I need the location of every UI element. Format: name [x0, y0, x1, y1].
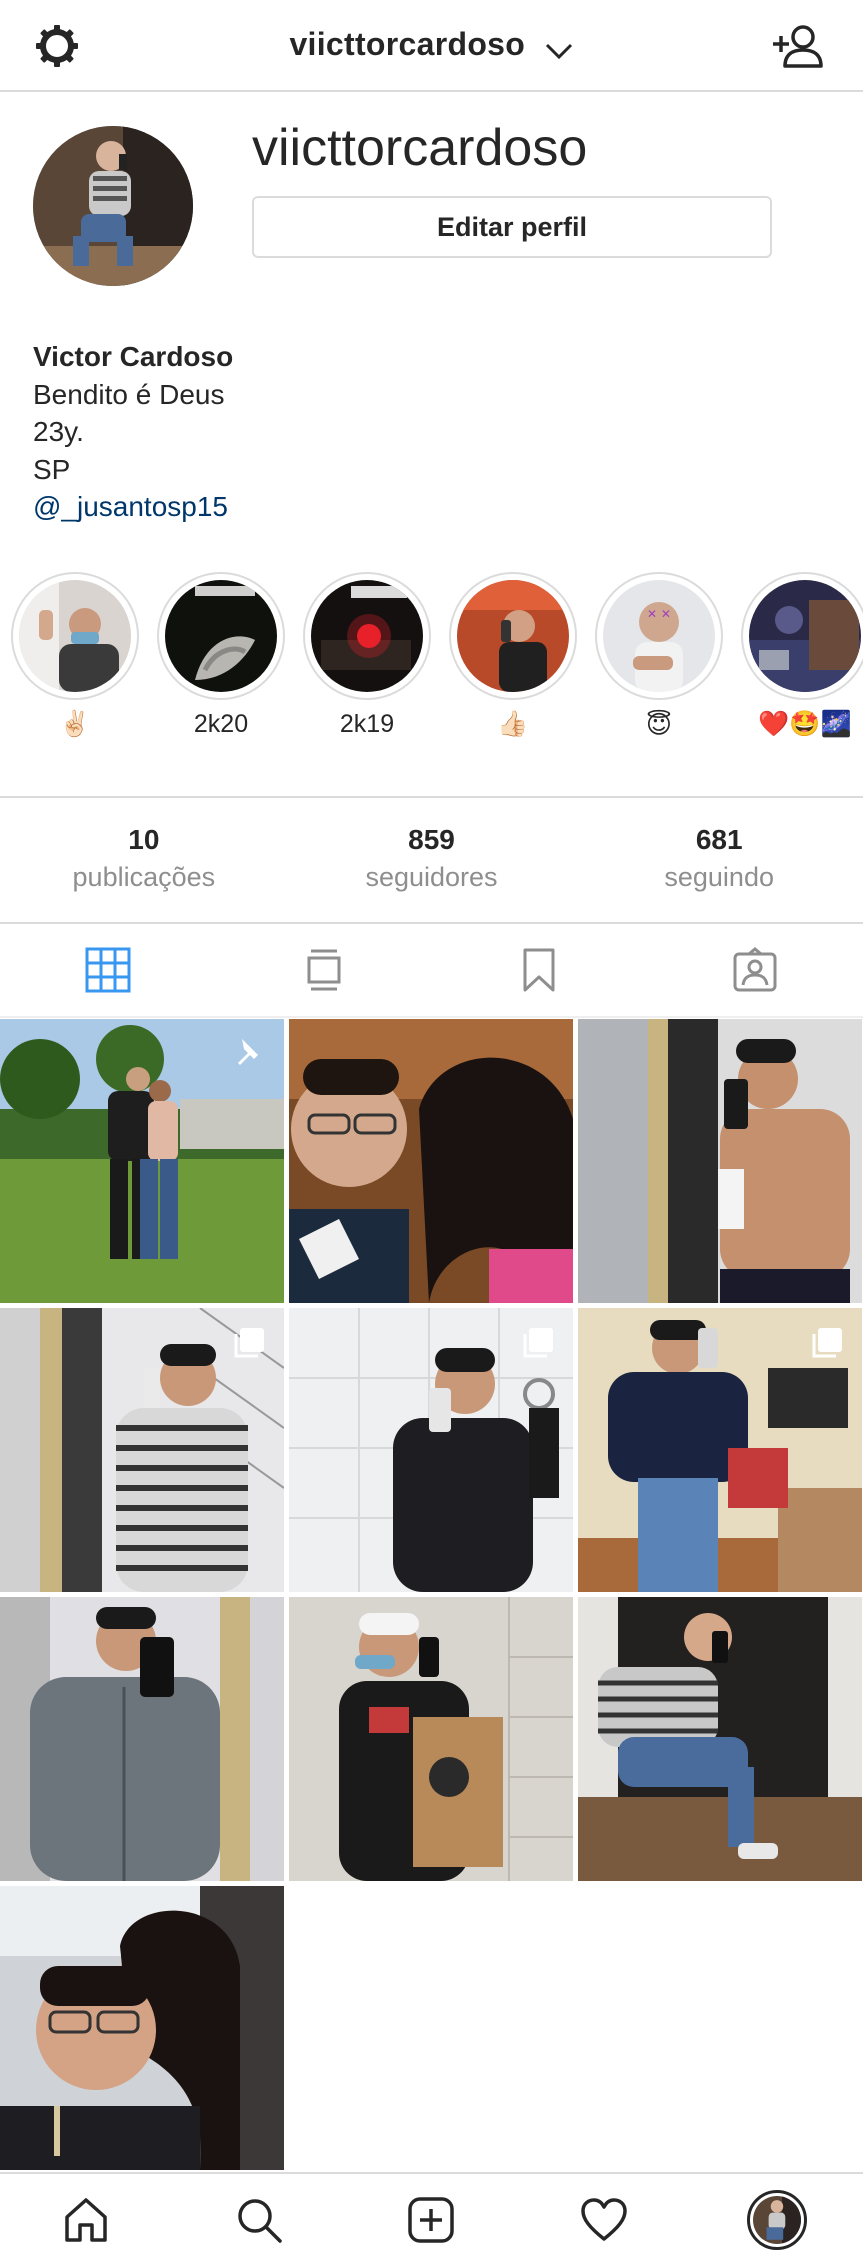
account-switcher[interactable]: viicttorcardoso — [0, 26, 863, 63]
svg-text:✕ ✕: ✕ ✕ — [647, 607, 671, 621]
new-post-icon — [408, 2196, 455, 2243]
bio-line: SP — [33, 453, 71, 485]
tab-grid[interactable] — [0, 924, 216, 1016]
search-icon — [238, 2198, 282, 2243]
post-thumbnail[interactable] — [578, 1308, 862, 1592]
nav-new-post[interactable] — [345, 2174, 518, 2265]
bottom-navigation — [0, 2172, 863, 2265]
highlight-item[interactable]: ✌🏻 — [10, 572, 140, 744]
bio-line: 23y. — [33, 416, 84, 447]
feed-icon — [307, 949, 341, 991]
heart-icon — [581, 2197, 627, 2241]
profile-avatar[interactable] — [33, 126, 193, 286]
following-label: seguindo — [664, 862, 774, 892]
post-thumbnail[interactable] — [0, 1019, 284, 1303]
nav-activity[interactable] — [518, 2174, 691, 2265]
following-stat[interactable]: 681 seguindo — [575, 798, 863, 922]
bio: Victor Cardoso Bendito é Deus 23y. SP @_… — [33, 338, 233, 526]
edit-profile-button[interactable]: Editar perfil — [252, 196, 772, 258]
highlight-item[interactable]: 2k20 — [156, 572, 286, 744]
post-thumbnail[interactable] — [0, 1308, 284, 1592]
tab-saved[interactable] — [432, 924, 648, 1016]
highlight-label: 👍🏻 — [497, 710, 529, 738]
highlight-item[interactable]: ✕ ✕ 😇 — [594, 572, 724, 744]
post-thumbnail[interactable] — [289, 1019, 573, 1303]
tagged-icon — [733, 947, 777, 992]
post-thumbnail[interactable] — [289, 1308, 573, 1592]
tab-feed[interactable] — [216, 924, 432, 1016]
bio-mention-link[interactable]: @_jusantosp15 — [33, 488, 233, 526]
profile-username: viicttorcardoso — [252, 119, 588, 177]
top-bar: viicttorcardoso — [0, 0, 863, 92]
highlight-label: ✌🏻 — [59, 710, 91, 738]
highlight-item[interactable]: 2k19 — [302, 572, 432, 744]
followers-label: seguidores — [365, 862, 498, 892]
followers-stat[interactable]: 859 seguidores — [288, 798, 576, 922]
pinned-icon — [238, 1039, 258, 1065]
chevron-down-icon — [545, 43, 572, 59]
carousel-icon — [234, 1328, 264, 1358]
post-thumbnail[interactable] — [0, 1597, 284, 1881]
profile-stats: 10 publicações 859 seguidores 681 seguin… — [0, 796, 863, 924]
highlight-item[interactable]: 👍🏻 — [448, 572, 578, 744]
saved-icon — [523, 948, 555, 992]
nav-home[interactable] — [0, 2174, 173, 2265]
posts-label: publicações — [72, 862, 216, 892]
profile-avatar-small — [746, 2189, 807, 2250]
grid-icon — [85, 947, 131, 993]
highlight-label: 😇 — [645, 711, 673, 739]
highlight-label: 2k19 — [339, 710, 395, 738]
posts-count: 10 — [128, 824, 160, 855]
highlight-label: ❤️🤩🌌 — [758, 710, 852, 738]
full-name: Victor Cardoso — [33, 341, 234, 372]
highlight-item[interactable]: ❤️🤩🌌 — [740, 572, 863, 744]
carousel-icon — [523, 1328, 553, 1358]
posts-stat[interactable]: 10 publicações — [0, 798, 288, 922]
post-thumbnail[interactable] — [578, 1019, 862, 1303]
header-username: viicttorcardoso — [289, 26, 526, 62]
home-icon — [65, 2197, 108, 2242]
bio-line: Bendito é Deus — [33, 378, 225, 410]
highlight-label: 2k20 — [193, 710, 249, 738]
post-thumbnail[interactable] — [0, 1886, 284, 2170]
nav-search[interactable] — [173, 2174, 346, 2265]
post-thumbnail[interactable] — [578, 1597, 862, 1881]
followers-count: 859 — [408, 824, 455, 855]
tab-tagged[interactable] — [647, 924, 863, 1016]
nav-profile[interactable] — [690, 2174, 863, 2265]
profile-tabs — [0, 924, 863, 1018]
add-user-icon[interactable] — [771, 22, 823, 70]
story-highlights: ✌🏻 2k20 2k19 👍🏻 ✕ ✕ 😇 ❤️🤩🌌 — [0, 572, 863, 752]
following-count: 681 — [695, 824, 743, 855]
post-thumbnail[interactable] — [289, 1597, 573, 1881]
carousel-icon — [812, 1328, 842, 1358]
